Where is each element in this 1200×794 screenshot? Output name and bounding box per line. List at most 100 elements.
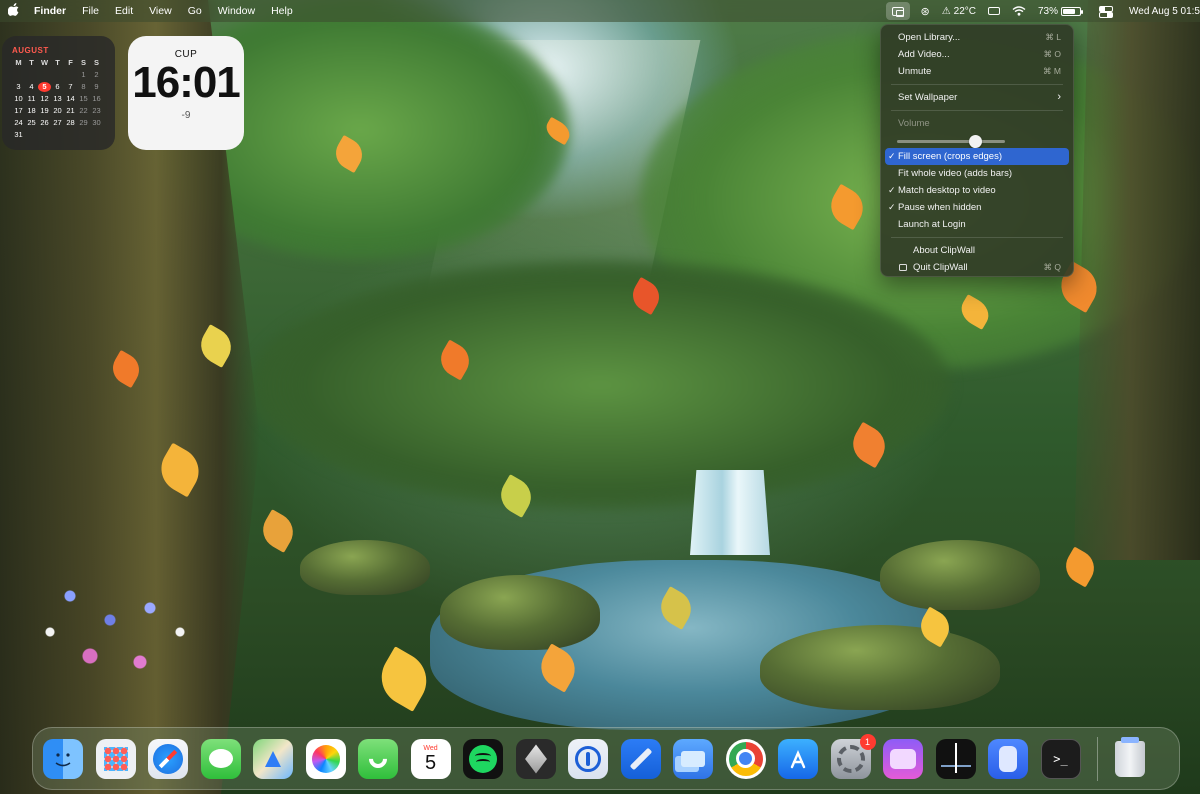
falling-leaf [371,646,437,712]
wifi-status[interactable] [1006,6,1032,16]
menu-help[interactable]: Help [263,5,301,17]
chrome-icon[interactable] [725,738,766,779]
calendar-day: 15 [79,94,88,103]
calendar-day: 28 [66,118,75,127]
forest-midground [250,260,950,510]
menu-separator [891,110,1063,111]
spotify-logo [469,744,497,773]
launchpad-grid [103,746,128,771]
menu-pause-hidden-label: Pause when hidden [898,202,982,213]
purple-app-icon[interactable] [883,738,923,779]
system-settings-icon[interactable]: 1 [830,733,876,779]
calendar-blank [51,70,64,80]
menu-set-wallpaper[interactable]: Set Wallpaper › [885,89,1069,106]
screens-shape [681,750,705,767]
clock-status[interactable]: Wed Aug 5 01:5 [1123,6,1200,17]
calendar-icon[interactable]: Wed 5 [410,738,451,779]
weekday-header: T [29,58,34,67]
calendar-day: 4 [29,82,34,91]
calendar-day: 3 [16,82,21,91]
world-clock-widget[interactable]: CUP 16:01 -9 [128,36,244,150]
control-center[interactable] [1093,6,1117,18]
warning-icon: ⚠ [941,5,951,17]
speech-bubble-icon [208,749,233,768]
weekday-header: T [55,58,60,67]
facetime-icon[interactable] [358,738,398,779]
calendar-day: 2 [94,70,99,79]
app-store-icon[interactable] [778,738,818,779]
menu-quit[interactable]: Quit ClipWall ⌘ Q [885,259,1069,276]
shortcut-label: ⌘ L [1045,32,1061,42]
spotify-icon[interactable] [463,738,503,779]
finder-icon[interactable] [43,738,83,779]
menu-go[interactable]: Go [180,5,210,17]
menu-fit-whole-video[interactable]: Fit whole video (adds bars) [885,165,1069,182]
display-status[interactable] [982,7,1006,15]
menu-set-wallpaper-label: Set Wallpaper [898,92,958,103]
photos-icon[interactable] [305,738,346,779]
menu-open-library[interactable]: Open Library... ⌘ L [885,29,1069,46]
menu-launch-at-login[interactable]: Launch at Login [885,216,1069,233]
app-name-menu[interactable]: Finder [26,5,74,17]
apple-menu-icon[interactable] [0,3,26,19]
terminal-icon[interactable]: >_ [1040,738,1081,779]
keyhole-icon [575,745,601,772]
messages-icon[interactable] [200,738,241,779]
checkmark-icon: ✓ [888,202,896,212]
1password-icon[interactable] [568,738,608,779]
calendar-day: 9 [94,82,99,91]
chrome-logo [728,741,763,776]
weather-status[interactable]: ⚠ 22°C [936,6,982,17]
waterfall [690,470,770,555]
hammer-icon [629,747,652,770]
gauge-icon: ⊛ [920,5,930,18]
stocks-chart-app-icon[interactable] [935,738,976,779]
menu-open-library-label: Open Library... [898,32,961,43]
menu-window[interactable]: Window [210,5,263,17]
volume-slider[interactable] [893,132,1061,148]
calendar-blank [64,70,77,80]
launchpad-icon[interactable] [95,738,136,779]
menu-add-video[interactable]: Add Video... ⌘ O [885,46,1069,63]
trash-icon[interactable] [1110,736,1150,779]
calendar-day: 22 [79,106,88,115]
checkmark-icon: ✓ [888,185,896,195]
calendar-day: 16 [92,94,101,103]
menu-view[interactable]: View [141,5,180,17]
shortcut-label: ⌘ O [1043,49,1061,59]
calendar-day: 24 [14,118,23,127]
menubar-datetime: Wed Aug 5 01:5 [1129,5,1200,17]
calendar-icon-date: 5 [424,752,437,774]
blue-app-icon[interactable] [988,738,1028,779]
menu-match-desktop[interactable]: ✓ Match desktop to video [885,182,1069,199]
volume-slider-knob[interactable] [968,135,982,148]
menu-about[interactable]: About ClipWall [885,242,1069,259]
volume-label: Volume [898,118,930,129]
battery-status[interactable]: 73% [1032,6,1087,17]
calendar-day: 8 [81,82,86,91]
calendar-day: 19 [40,106,49,115]
shortcut-label: ⌘ Q [1043,262,1061,272]
menu-pause-when-hidden[interactable]: ✓ Pause when hidden [885,199,1069,216]
clipwall-menu-extra[interactable] [886,2,911,20]
cube-app-icon[interactable] [515,738,556,779]
menu-edit[interactable]: Edit [107,5,141,17]
falling-leaf [256,509,300,553]
trash-can-icon [1115,736,1145,777]
menu-fill-screen[interactable]: ✓ Fill screen (crops edges) [885,148,1069,165]
screens-app-icon[interactable] [673,738,713,779]
calendar-day: 29 [79,118,88,127]
safari-icon[interactable] [148,738,188,779]
maps-icon[interactable] [253,738,293,779]
status-extra[interactable]: ⊛ [914,5,935,18]
menu-unmute[interactable]: Unmute ⌘ M [885,63,1069,80]
menu-match-desktop-label: Match desktop to video [898,185,996,196]
calendar-widget[interactable]: AUGUST M T W T F S S 1 2 3 4 5 6 7 8 9 10 11 12 13 14 15 16 17 1… [2,36,115,150]
navigation-arrow-icon [265,750,281,767]
menu-about-label: About ClipWall [913,245,975,256]
menu-file[interactable]: File [74,5,107,17]
finder-face-icon [55,752,71,766]
xcode-icon[interactable] [620,738,661,779]
display-icon [988,7,1000,15]
weather-temp: 22°C [953,5,976,17]
